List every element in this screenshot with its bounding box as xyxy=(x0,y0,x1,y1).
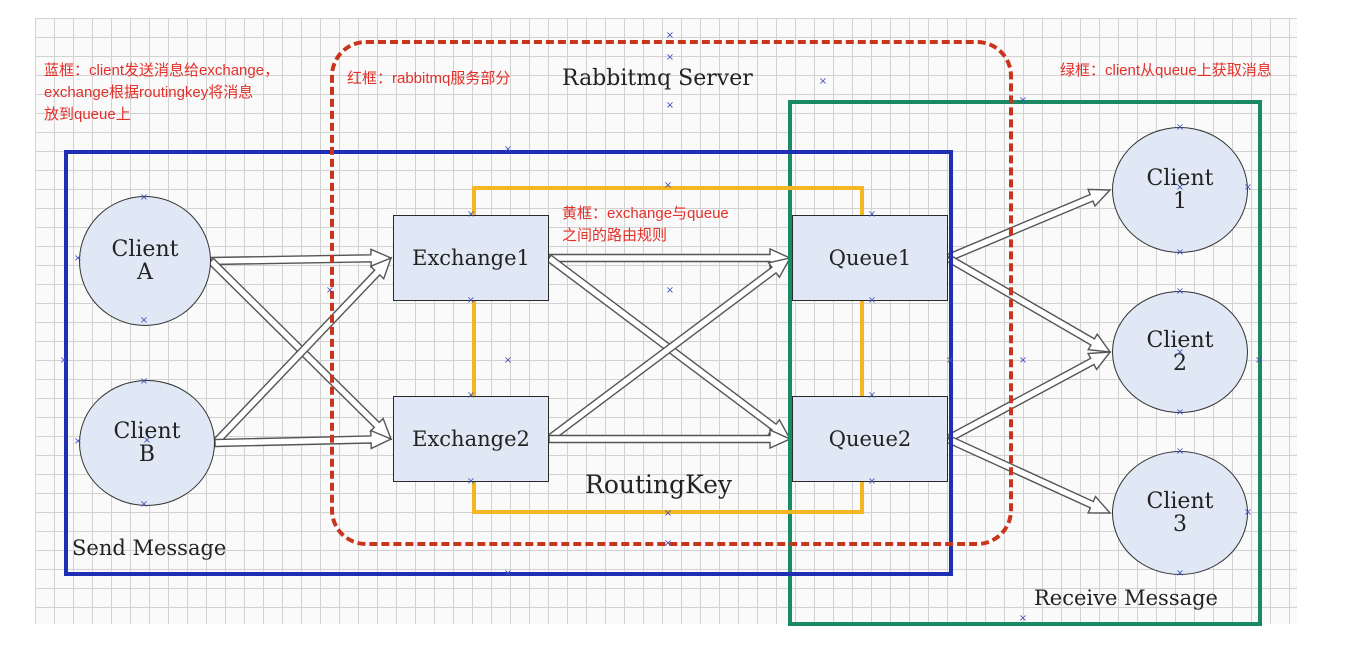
exchange-1-node: Exchange1 xyxy=(393,215,549,301)
handle-mark: × xyxy=(1243,182,1253,193)
handle-mark: × xyxy=(1018,613,1028,624)
receive-message-label: Receive Message xyxy=(1034,586,1218,610)
send-message-label: Send Message xyxy=(72,536,227,560)
handle-mark: × xyxy=(73,253,83,264)
handle-mark: × xyxy=(1175,247,1185,258)
handle-mark: × xyxy=(73,436,83,447)
handle-mark: × xyxy=(139,192,149,203)
handle-mark: × xyxy=(1175,347,1185,358)
handle-mark: × xyxy=(466,295,476,306)
handle-mark: × xyxy=(665,100,675,111)
handle-mark: × xyxy=(139,499,149,510)
yellow-note-line-1: 黄框：exchange与queue xyxy=(562,205,729,222)
handle-mark: × xyxy=(663,538,673,549)
handle-mark: × xyxy=(466,209,476,220)
server-title: Rabbitmq Server xyxy=(562,66,753,91)
handle-mark: × xyxy=(818,76,828,87)
handle-mark: × xyxy=(665,30,675,41)
handle-mark: × xyxy=(665,285,675,296)
handle-mark: × xyxy=(663,508,673,519)
client-1-id: 1 xyxy=(1173,189,1187,214)
handle-mark: × xyxy=(1175,446,1185,457)
handle-mark: × xyxy=(867,295,877,306)
handle-mark: × xyxy=(1175,122,1185,133)
queue-1-node: Queue1 xyxy=(792,215,948,301)
handle-mark: × xyxy=(1175,286,1185,297)
yellow-frame-note: 黄框：exchange与queue 之间的路由规则 xyxy=(562,203,729,247)
client-3-id: 3 xyxy=(1173,512,1187,537)
handle-mark: × xyxy=(325,285,335,296)
green-frame-note: 绿框：client从queue上获取消息 xyxy=(1060,62,1272,79)
handle-mark: × xyxy=(1175,182,1185,193)
client-a-name: Client xyxy=(111,236,179,262)
handle-mark: × xyxy=(945,355,955,366)
red-frame-note: 红框：rabbitmq服务部分 xyxy=(347,70,511,87)
handle-mark: × xyxy=(59,355,69,366)
handle-mark: × xyxy=(1175,407,1185,418)
handle-mark: × xyxy=(503,568,513,579)
handle-mark: × xyxy=(1018,95,1028,106)
handle-mark: × xyxy=(663,180,673,191)
handle-mark: × xyxy=(142,435,152,446)
handle-mark: × xyxy=(139,315,149,326)
routing-key-label: RoutingKey xyxy=(585,470,733,499)
client-3-node: Client 3 xyxy=(1112,451,1248,575)
handle-mark: × xyxy=(503,355,513,366)
handle-mark: × xyxy=(139,376,149,387)
handle-mark: × xyxy=(503,144,513,155)
client-a-id: A xyxy=(137,260,153,285)
blue-note-line-2: exchange根据routingkey将消息 xyxy=(44,84,254,101)
diagram-canvas: Client A Client B Exchange1 Exchange2 Qu… xyxy=(0,0,1363,648)
handle-mark: × xyxy=(466,390,476,401)
blue-frame-note: 蓝框：client发送消息给exchange， exchange根据routin… xyxy=(44,60,279,126)
exchange-2-node: Exchange2 xyxy=(393,396,549,482)
client-3-name: Client xyxy=(1146,488,1214,514)
yellow-note-line-2: 之间的路由规则 xyxy=(562,227,668,244)
handle-mark: × xyxy=(1018,355,1028,366)
handle-mark: × xyxy=(1243,507,1253,518)
handle-mark: × xyxy=(867,390,877,401)
queue-2-node: Queue2 xyxy=(792,396,948,482)
handle-mark: × xyxy=(867,476,877,487)
handle-mark: × xyxy=(466,476,476,487)
blue-note-line-1: 蓝框：client发送消息给exchange， xyxy=(44,62,280,79)
handle-mark: × xyxy=(665,52,675,63)
blue-note-line-3: 放到queue上 xyxy=(44,106,131,123)
client-a-node: Client A xyxy=(79,196,211,326)
handle-mark: × xyxy=(867,209,877,220)
client-b-id: B xyxy=(138,442,156,467)
handle-mark: × xyxy=(1175,568,1185,579)
handle-mark: × xyxy=(1254,355,1264,366)
